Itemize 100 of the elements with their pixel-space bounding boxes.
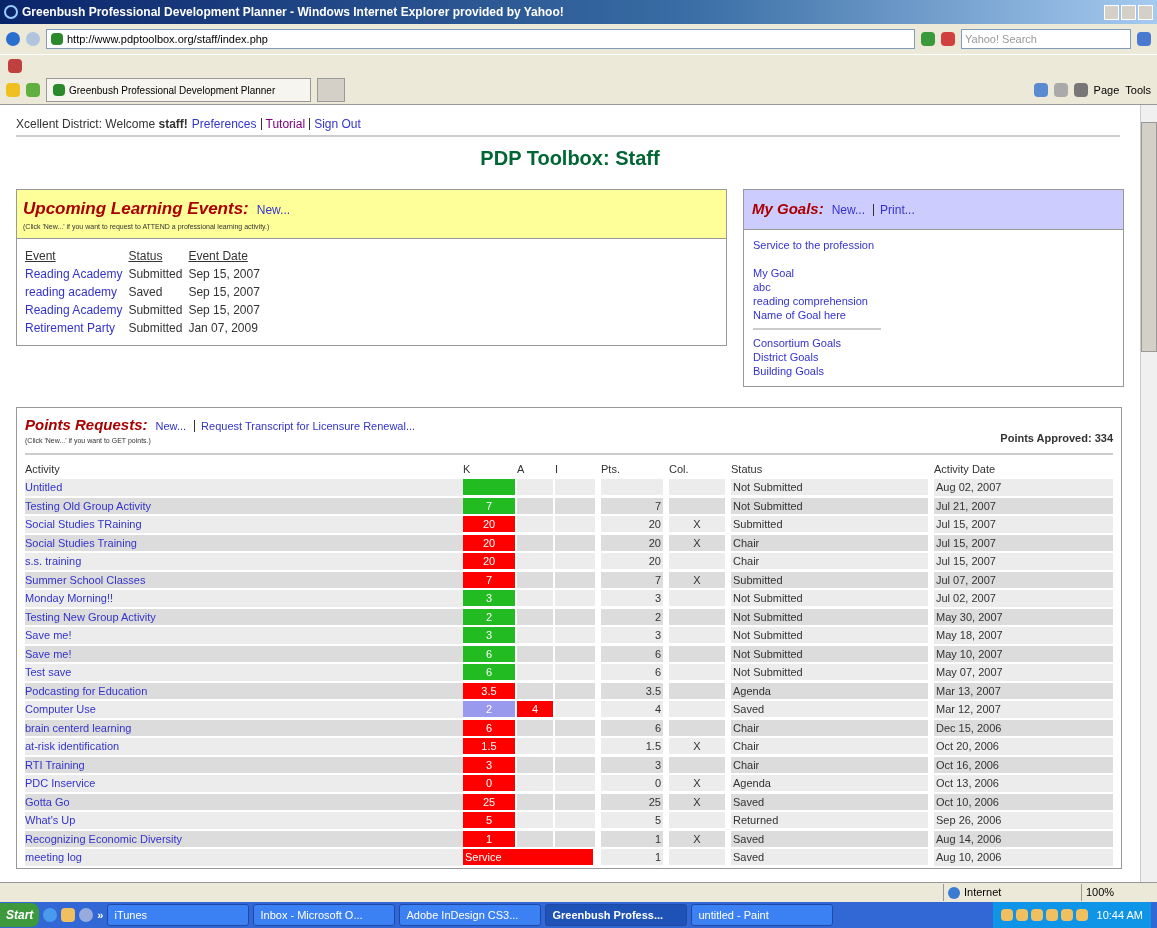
- taskbar-button[interactable]: Inbox - Microsoft O...: [253, 904, 396, 926]
- more-button[interactable]: »: [97, 906, 104, 924]
- points-bar: 7: [463, 497, 515, 514]
- collaboration-cell: X: [669, 516, 725, 533]
- status-cell: Saved: [731, 793, 928, 810]
- points-bar: 0: [463, 775, 515, 792]
- goal-link[interactable]: reading comprehension: [753, 294, 868, 307]
- scrollbar[interactable]: [1140, 105, 1157, 882]
- status-cell-text: Submitted: [128, 266, 184, 283]
- taskbar-button[interactable]: Adobe InDesign CS3...: [399, 904, 542, 926]
- date-cell: Jul 15, 2007: [934, 516, 1113, 533]
- taskbar-button[interactable]: untitled - Paint: [691, 904, 834, 926]
- points-bar: 5: [463, 812, 515, 829]
- search-icon[interactable]: [1137, 32, 1151, 46]
- points-bar: 25: [463, 793, 515, 810]
- empty-cell: [555, 830, 595, 847]
- status-cell: Chair: [731, 534, 928, 551]
- goal-link[interactable]: Consortium Goals: [753, 336, 842, 349]
- event-link[interactable]: Reading Academy: [25, 267, 123, 281]
- activity-link[interactable]: Save me!: [25, 629, 72, 641]
- taskbar-button[interactable]: Greenbush Profess...: [545, 904, 688, 926]
- tray-icon[interactable]: [1015, 909, 1028, 921]
- activity-link[interactable]: What's Up: [25, 814, 76, 826]
- activity-link[interactable]: meeting log: [25, 851, 82, 863]
- event-link[interactable]: Reading Academy: [25, 303, 123, 317]
- activity-link[interactable]: RTI Training: [25, 758, 85, 771]
- column-header[interactable]: Status: [128, 247, 189, 265]
- column-header[interactable]: Event: [25, 247, 129, 265]
- activity-link[interactable]: s.s. training: [25, 555, 82, 567]
- status-cell: Chair: [731, 738, 928, 755]
- taskbar-button[interactable]: iTunes: [107, 904, 250, 926]
- event-link[interactable]: Retirement Party: [25, 321, 116, 335]
- goal-link[interactable]: Building Goals: [753, 364, 824, 377]
- date-cell: Oct 20, 2006: [934, 738, 1113, 755]
- activity-link[interactable]: brain centerd learning: [25, 721, 132, 734]
- goal-link[interactable]: abc: [753, 280, 771, 293]
- points-approved: Points Approved: 334: [1000, 431, 1113, 446]
- date-cell: May 07, 2007: [934, 664, 1113, 681]
- goals-link[interactable]: Print...: [873, 204, 915, 216]
- status-cell: Agenda: [731, 682, 928, 699]
- date-cell: Dec 15, 2006: [934, 719, 1113, 736]
- points-bar: 3: [463, 590, 515, 607]
- points-cell: 3: [601, 756, 663, 773]
- event-link[interactable]: reading academy: [25, 285, 118, 299]
- tray-icon[interactable]: [1030, 909, 1043, 921]
- tray-icon[interactable]: [1060, 909, 1073, 921]
- start-button[interactable]: Start: [0, 903, 40, 927]
- nav-link[interactable]: Preferences: [191, 115, 257, 133]
- goal-link[interactable]: Service to the profession: [753, 238, 875, 251]
- activity-link[interactable]: Social Studies TRaining: [25, 518, 142, 530]
- points-bar: 6: [463, 645, 515, 662]
- goal-link[interactable]: District Goals: [753, 350, 819, 363]
- date-cell: Jul 15, 2007: [934, 553, 1113, 570]
- activity-link[interactable]: PDC Inservice: [25, 777, 96, 789]
- nav-link[interactable]: Tutorial: [260, 118, 306, 130]
- command-button[interactable]: Page: [1093, 81, 1120, 99]
- forward-icon[interactable]: [26, 32, 40, 46]
- tray-icon[interactable]: [1045, 909, 1058, 921]
- zoom-button[interactable]: 100%: [1081, 884, 1151, 901]
- activity-link[interactable]: Monday Morning!!: [25, 592, 114, 604]
- new-tab-button[interactable]: [317, 78, 345, 102]
- refresh-icon[interactable]: [921, 32, 935, 46]
- search-field[interactable]: Yahoo! Search: [961, 29, 1131, 49]
- date-cell: Aug 02, 2007: [934, 479, 1113, 496]
- points-link[interactable]: New...: [155, 417, 187, 434]
- column-header: K: [463, 461, 472, 477]
- activity-link[interactable]: Test save: [25, 666, 72, 678]
- activity-link[interactable]: Social Studies Training: [25, 536, 137, 549]
- points-cell: 20: [601, 516, 663, 533]
- stop-icon[interactable]: [941, 32, 955, 46]
- empty-cell: [517, 756, 553, 773]
- activity-link[interactable]: Gotta Go: [25, 795, 70, 808]
- browser-tab[interactable]: Greenbush Professional Development Planner: [46, 78, 311, 102]
- points-cell: 6: [601, 645, 663, 662]
- points-cell: 1.5: [601, 738, 663, 755]
- empty-cell: [517, 608, 553, 625]
- address-field[interactable]: http://www.pdptoolbox.org/staff/index.php: [46, 29, 915, 49]
- back-icon[interactable]: [6, 32, 20, 46]
- browser-icon[interactable]: [79, 908, 94, 922]
- browser-icon[interactable]: [43, 908, 58, 922]
- points-cell: 3.5: [601, 682, 663, 699]
- tray-icon[interactable]: [1075, 909, 1088, 921]
- empty-cell: [517, 645, 553, 662]
- new-link[interactable]: New...: [256, 201, 291, 219]
- column-header[interactable]: Event Date: [188, 247, 260, 265]
- empty-cell: [517, 497, 553, 514]
- activity-link[interactable]: Save me!: [25, 647, 72, 660]
- column-header: A: [517, 461, 526, 477]
- activity-link[interactable]: Computer Use: [25, 703, 96, 715]
- points-link[interactable]: Request Transcript for Licensure Renewal...: [194, 419, 416, 432]
- tray-icon[interactable]: [1000, 909, 1013, 921]
- activity-link[interactable]: at-risk identification: [25, 740, 120, 752]
- goals-link[interactable]: New...: [831, 201, 866, 219]
- activity-link[interactable]: Untitled: [25, 481, 63, 493]
- goal-link[interactable]: My Goal: [753, 266, 794, 279]
- nav-link[interactable]: Sign Out: [309, 118, 361, 130]
- command-button[interactable]: Tools: [1125, 81, 1151, 99]
- panel-title: My Goals:: [752, 199, 824, 219]
- status-cell: Not Submitted: [731, 608, 928, 625]
- goal-link[interactable]: Name of Goal here: [753, 308, 846, 321]
